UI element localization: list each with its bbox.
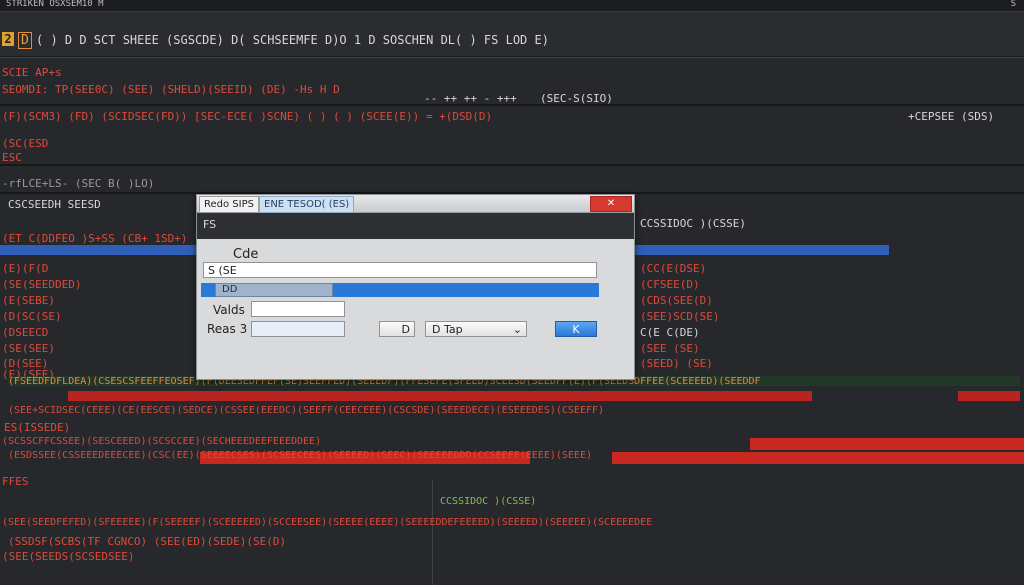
dialog-header-bar: FS — [197, 213, 634, 239]
dialog-header-label: FS — [203, 218, 217, 231]
code-line: SCIE AP+s — [2, 66, 62, 79]
code-line: (SEE(SEEDFEFED)(SFEEEEE)(F(SEEEEF)(SCEEE… — [2, 517, 653, 528]
panel-divider — [0, 104, 1024, 106]
code-input-value: S (SE — [208, 264, 237, 277]
code-line: CCSSIDOC )(CSSE) — [640, 217, 746, 230]
toolbar-path: ( ) D D SCT SHEEE (SGSCDE) D( SCHSEEMFE … — [36, 33, 549, 47]
dialog-title-bar: Redo SIPS ENE TESOD( (ES) ✕ — [197, 195, 634, 213]
code-line: (D(SC(SE) — [2, 310, 62, 323]
code-line: CCSSIDOC )(CSSE) — [440, 496, 537, 507]
code-line: (F)(SCM3) (FD) (SCIDSEC(FD)) [SEC-ECE( )… — [2, 110, 493, 123]
error-highlight — [750, 438, 1024, 450]
code-line: (ET C(DDFEO )S+SS (CB+ 1SD+) — [2, 232, 188, 245]
error-highlight — [958, 391, 1020, 401]
toolbar: 2 D ( ) D D SCT SHEEE (SGSCDE) D( SCHSEE… — [0, 12, 1024, 57]
reas-label: Reas 3 — [207, 322, 248, 336]
code-line: (SEE (SE) — [640, 342, 700, 355]
code-line: ES(ISSEDE) — [4, 421, 71, 434]
small-dropdown-button[interactable]: D — [379, 321, 415, 337]
window-corner-label: S — [1010, 0, 1016, 9]
close-button[interactable]: ✕ — [590, 196, 632, 212]
code-line: (SE(SEEDDED) — [2, 278, 82, 291]
code-section-label: Cde — [233, 247, 259, 262]
dialog-tab[interactable]: ENE TESOD( (ES) — [259, 196, 355, 213]
code-line: (SEE(SEEDS(SCSEDSEE) — [2, 550, 135, 563]
code-line: SEOMDI: TP(SEE0C) (SEE) (SHELD)(SEEID) (… — [2, 83, 340, 96]
combo-value: DD — [222, 284, 238, 295]
close-icon: ✕ — [606, 198, 616, 209]
error-highlight — [68, 391, 812, 401]
window-title: STRIKEN OSXSEM10 M — [6, 0, 104, 9]
code-line: (SEE)SCD(SE) — [640, 310, 720, 323]
code-line: (SEE+SCIDSEC(CEEE)(CE(EESCE)(SEDCE)(CSSE… — [8, 405, 605, 416]
title-bar: STRIKEN OSXSEM10 M S — [0, 0, 1024, 12]
code-line: (ESDSSEE(CSSEEEDEEECEE)(CSC(EE)(SEEEECSE… — [8, 450, 592, 461]
code-line: (DSEECD — [2, 326, 49, 339]
dialog-tab-active[interactable]: Redo SIPS — [199, 196, 259, 213]
code-line: (SEED) (SE) — [640, 357, 713, 370]
code-line: (CC(E(DSE) — [640, 262, 707, 275]
toolbar-badge[interactable]: 2 — [2, 32, 14, 46]
chevron-down-icon: ⌄ — [512, 323, 522, 336]
code-line: -rfLCE+LS- (SEC B( )LO) — [2, 177, 155, 190]
selection-highlight — [634, 245, 889, 255]
values-label: Valds — [213, 303, 245, 317]
toolbar-doc-button[interactable]: D — [18, 32, 32, 49]
code-line: ESC — [2, 151, 22, 164]
combo-box[interactable]: DD — [215, 283, 333, 297]
code-line: (E(SEBE) — [2, 294, 55, 307]
code-line: +CEPSEE (SDS) — [908, 110, 995, 123]
code-line: (SSDSF(SCBS(TF CGNCO) (SEE(ED)(SEDE)(SE(… — [8, 535, 287, 548]
error-highlight — [612, 452, 1024, 464]
type-dropdown-value: D Tap — [432, 323, 463, 336]
column-guide — [432, 480, 433, 585]
values-input[interactable] — [251, 301, 345, 317]
ok-button[interactable]: K — [555, 321, 597, 337]
code-input[interactable]: S (SE — [203, 262, 597, 278]
code-line: (SCSSCFFCSSEE)(SESCEEED)(SCSCCEE)(SECHEE… — [2, 436, 322, 447]
find-replace-dialog: Redo SIPS ENE TESOD( (ES) ✕ FS Cde S (SE… — [196, 194, 635, 380]
code-line: FFES — [2, 475, 29, 488]
toolbar-divider — [0, 57, 1024, 58]
code-line: (SE(SEE) — [2, 342, 55, 355]
type-dropdown[interactable]: D Tap ⌄ — [425, 321, 527, 337]
panel-divider — [0, 164, 1024, 166]
code-line: (CDS(SEE(D) — [640, 294, 713, 307]
reas-input[interactable] — [251, 321, 345, 337]
code-line: (E)(F(D — [2, 262, 49, 275]
selection-highlight — [0, 245, 196, 255]
code-line: (SC(ESD — [2, 137, 49, 150]
code-line: (CFSEE(D) — [640, 278, 700, 291]
code-line: C(E C(DE) — [640, 326, 700, 339]
panel-header: CSCSEEDH SEESD — [8, 198, 101, 211]
